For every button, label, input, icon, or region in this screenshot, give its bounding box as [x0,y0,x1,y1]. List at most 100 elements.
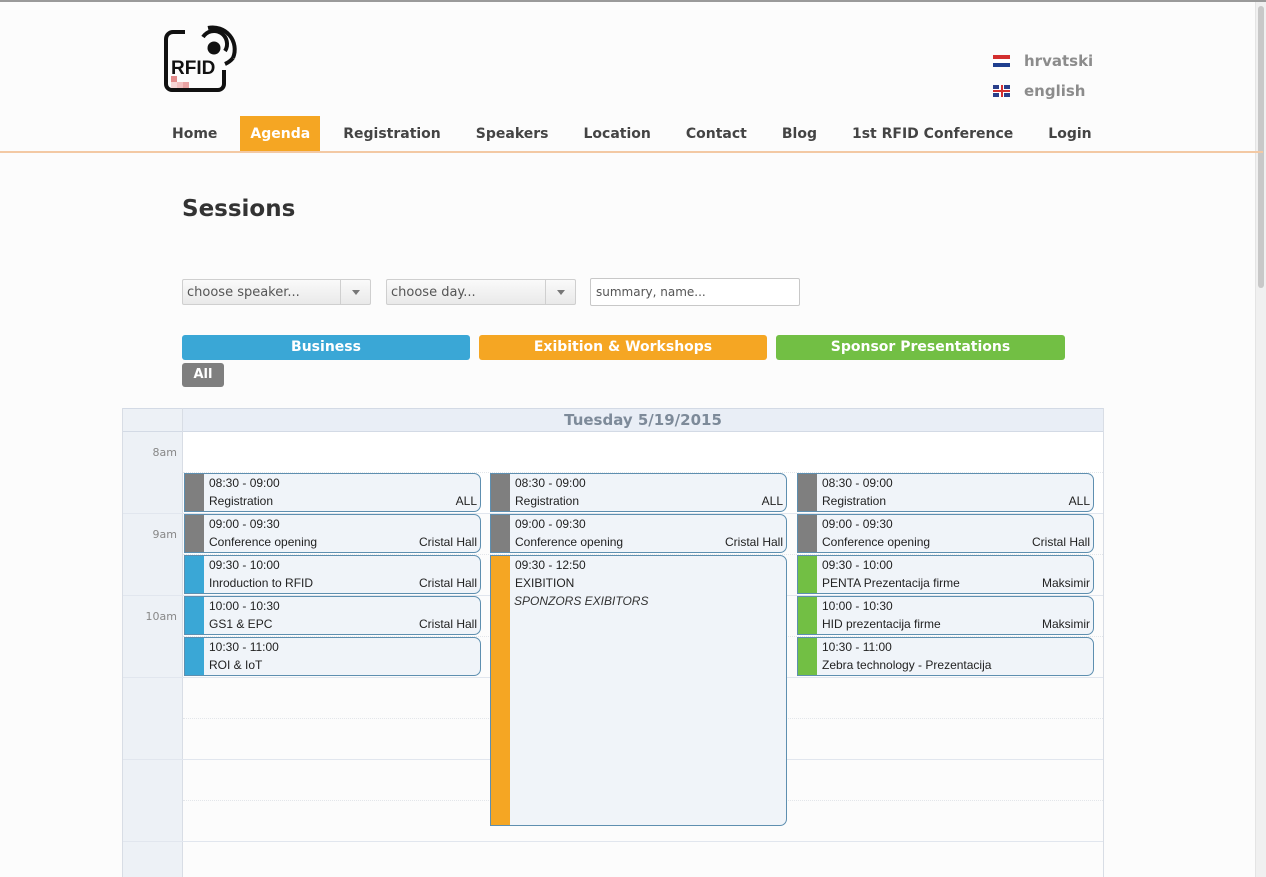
event-title: ROI & IoT [209,658,263,672]
event-room: Cristal Hall [724,535,783,549]
slot-line [123,841,1103,842]
nav-contact[interactable]: Contact [674,116,759,152]
page-title: Sessions [182,196,296,222]
croatia-flag-icon [993,55,1010,67]
event-category-bar [798,474,817,511]
category-sponsor-button[interactable]: Sponsor Presentations [776,335,1065,360]
session-event[interactable]: 10:30 - 11:00 Zebra technology - Prezenta… [797,637,1094,676]
chevron-down-icon [340,280,370,304]
event-title: Inroduction to RFID [209,576,314,590]
time-gutter [123,408,183,877]
time-gutter-header [123,408,182,432]
event-time: 09:30 - 10:00 [822,558,893,572]
rfid-logo[interactable]: RFID [163,24,239,94]
event-title: Conference opening [822,535,931,549]
nav-divider [0,151,1263,153]
event-title: Registration [822,494,887,508]
event-category-bar [185,597,204,634]
event-category-bar [798,597,817,634]
hour-label: 8am [152,446,177,459]
event-title: Conference opening [209,535,318,549]
event-time: 09:00 - 09:30 [822,517,893,531]
session-event[interactable]: 08:30 - 09:00 Registration ALL [797,473,1094,512]
event-category-bar [185,638,204,675]
search-input[interactable] [590,278,800,306]
session-calendar: Tuesday 5/19/2015 8am 9am 10am 08:30 - 09:0… [122,408,1104,877]
category-exibition-button[interactable]: Exibition & Workshops [479,335,767,360]
nav-blog[interactable]: Blog [770,116,829,152]
event-category-bar [798,638,817,675]
event-title: Registration [515,494,580,508]
session-event[interactable]: 09:30 - 10:00Inroduction to RFIDDr. Mari… [184,555,481,594]
event-room: ALL [1068,494,1090,508]
event-time: 08:30 - 09:00 [822,476,893,490]
nav-registration[interactable]: Registration [331,116,453,152]
event-category-bar [185,515,204,552]
event-title: HID prezentacija firme [822,617,941,631]
vertical-scrollbar[interactable] [1255,2,1266,877]
event-time: 08:30 - 09:00 [209,476,280,490]
session-event[interactable]: 09:30 - 12:50 EXIBITION SPONZORS EXIBITORS [490,555,787,827]
day-select[interactable]: choose day... [386,279,576,305]
session-event[interactable]: 09:00 - 09:30Conference openingPokrovite… [797,514,1094,553]
event-title: PENTA Prezentacija firme [822,576,960,590]
event-room: Cristal Hall [418,617,477,631]
language-croatian[interactable]: hrvatski [993,52,1093,70]
event-time: 09:00 - 09:30 [515,517,586,531]
event-title: Registration [209,494,274,508]
event-category-bar [491,556,510,826]
window-top-border [0,0,1266,2]
event-time: 09:30 - 10:00 [209,558,280,572]
event-title: EXIBITION [515,576,575,590]
language-english[interactable]: english [993,82,1085,100]
session-event[interactable]: 10:00 - 10:30 HID prezentacija firme Maksi… [797,596,1094,635]
session-event[interactable]: 09:00 - 09:30Conference openingPokrovite… [184,514,481,553]
session-event[interactable]: 10:00 - 10:30GS1 & EPCDamir Šegović, M.S… [184,596,481,635]
category-all-button[interactable]: All [182,363,224,387]
event-room: Maksimir [1042,576,1090,590]
event-room: Cristal Hall [418,535,477,549]
nav-home[interactable]: Home [160,116,229,152]
session-event[interactable]: 09:30 - 10:00 PENTA Prezentacija firme Mak… [797,555,1094,594]
event-title: Conference opening [515,535,624,549]
language-english-label: english [1024,82,1086,100]
event-time: 08:30 - 09:00 [515,476,586,490]
event-room: ALL [761,494,783,508]
scrollbar-thumb[interactable] [1258,6,1264,288]
uk-flag-icon [993,85,1010,97]
event-time: 09:30 - 12:50 [515,558,586,572]
event-speaker: SPONZORS EXIBITORS [514,594,649,608]
event-room: ALL [455,494,477,508]
hour-label: 9am [152,528,177,541]
session-event[interactable]: 09:00 - 09:30Conference openingPokrovite… [490,514,787,553]
category-business-button[interactable]: Business [182,335,470,360]
main-nav: Home Agenda Registration Speakers Locati… [160,116,1115,152]
nav-1st-rfid-conference[interactable]: 1st RFID Conference [840,116,1025,152]
event-category-bar [798,515,817,552]
nav-agenda[interactable]: Agenda [240,116,321,152]
event-category-bar [491,474,510,511]
nav-location[interactable]: Location [572,116,663,152]
session-event[interactable]: 10:30 - 11:00 ROI & IoT [184,637,481,676]
session-event[interactable]: 08:30 - 09:00 Registration ALL [184,473,481,512]
hour-label: 10am [145,610,177,623]
event-room: Cristal Hall [1031,535,1090,549]
language-croatian-label: hrvatski [1024,52,1094,70]
event-room: Maksimir [1042,617,1090,631]
event-title: Zebra technology - Prezentacija [822,658,992,672]
chevron-down-icon [545,280,575,304]
event-category-bar [491,515,510,552]
day-header: Tuesday 5/19/2015 [183,408,1103,432]
event-time: 10:00 - 10:30 [209,599,280,613]
event-category-bar [798,556,817,593]
speaker-select-value: choose speaker... [187,285,300,300]
session-event[interactable]: 08:30 - 09:00 Registration ALL [490,473,787,512]
speaker-select[interactable]: choose speaker... [182,279,371,305]
logo-text: RFID [171,58,215,79]
event-category-bar [185,556,204,593]
event-title: GS1 & EPC [209,617,273,631]
nav-speakers[interactable]: Speakers [464,116,561,152]
nav-login[interactable]: Login [1036,116,1103,152]
event-time: 10:30 - 11:00 [209,640,279,654]
event-time: 10:00 - 10:30 [822,599,893,613]
